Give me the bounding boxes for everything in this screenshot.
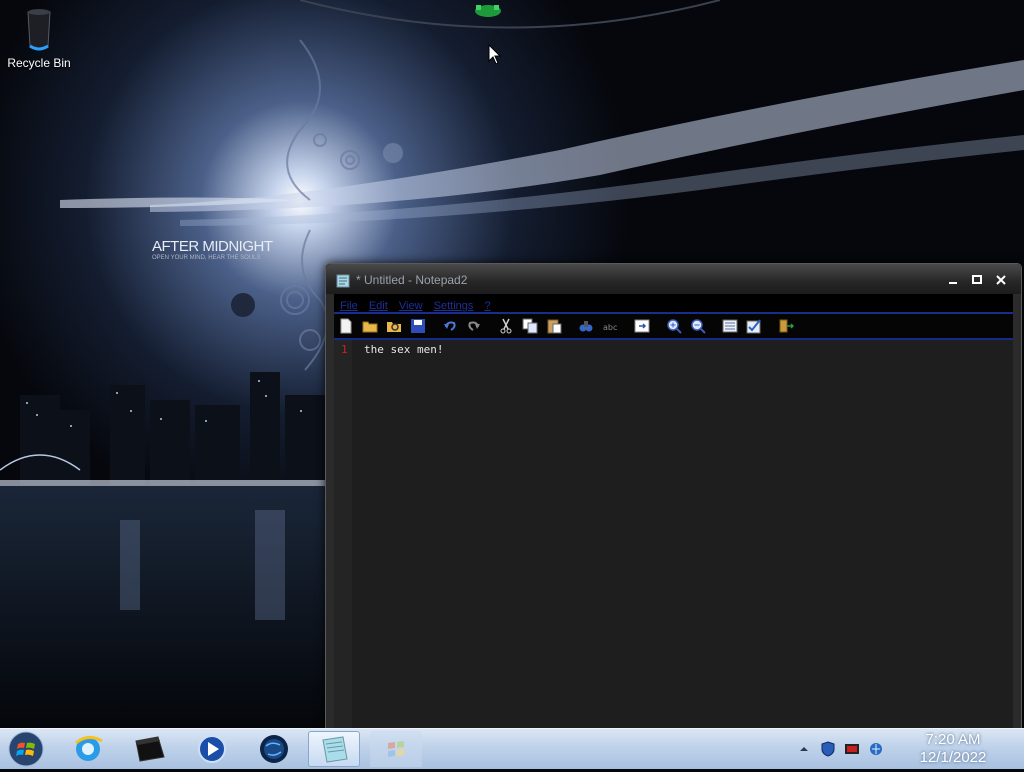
- menu-edit[interactable]: Edit: [369, 297, 388, 315]
- mouse-cursor-icon: [488, 43, 502, 66]
- taskbar-internet-explorer[interactable]: [62, 731, 114, 767]
- toolbar: abc: [334, 314, 1013, 340]
- scheme-icon[interactable]: [722, 318, 738, 334]
- taskbar-media-player[interactable]: [186, 731, 238, 767]
- exit-icon[interactable]: [778, 318, 795, 334]
- clock-date: 12/1/2022: [919, 749, 987, 766]
- menu-help[interactable]: ?: [484, 297, 490, 315]
- find-icon[interactable]: [578, 318, 594, 334]
- open-folder-icon[interactable]: [362, 318, 378, 334]
- svg-text:abc: abc: [603, 323, 617, 332]
- taskbar-notepad2[interactable]: [308, 731, 360, 767]
- zoom-in-icon[interactable]: [666, 318, 682, 334]
- browser-globe-icon: [260, 735, 288, 763]
- menu-view[interactable]: View: [399, 297, 423, 315]
- wallpaper-subtitle: OPEN YOUR MIND, HEAR THE SOULS: [152, 255, 261, 261]
- taskbar-browser[interactable]: [248, 731, 300, 767]
- taskbar-windows-flag[interactable]: [370, 731, 422, 767]
- recycle-bin-icon: [19, 6, 59, 54]
- browse-icon[interactable]: [386, 318, 402, 334]
- zoom-out-icon[interactable]: [690, 318, 706, 334]
- wallpaper-title: AFTER MIDNIGHT: [152, 238, 273, 255]
- menu-bar: File Edit View Settings ?: [334, 294, 1013, 314]
- new-file-icon[interactable]: [338, 318, 354, 334]
- menu-settings[interactable]: Settings: [434, 297, 474, 315]
- network-icon[interactable]: [868, 741, 884, 757]
- notepad-window[interactable]: * Untitled - Notepad2 File Edit View Set…: [325, 263, 1022, 729]
- menu-file[interactable]: File: [340, 297, 358, 315]
- folder-icon: [135, 736, 165, 762]
- notepad2-app-icon: [336, 273, 350, 288]
- redo-icon[interactable]: [466, 318, 482, 334]
- desktop-icon-label: Recycle Bin: [7, 56, 71, 70]
- line-number-gutter: [334, 340, 352, 729]
- windows-flag-icon: [370, 731, 422, 767]
- copy-icon[interactable]: [522, 318, 538, 334]
- clock-time: 7:20 AM: [925, 731, 981, 748]
- maximize-button[interactable]: [968, 272, 986, 288]
- start-button[interactable]: [6, 730, 46, 768]
- taskbar-file-explorer[interactable]: [124, 731, 176, 767]
- editor-line[interactable]: the sex men!: [364, 343, 443, 356]
- monitor-icon[interactable]: [844, 741, 860, 757]
- customize-icon[interactable]: [746, 318, 762, 334]
- undo-icon[interactable]: [442, 318, 458, 334]
- paste-icon[interactable]: [546, 318, 562, 334]
- goto-icon[interactable]: [634, 318, 650, 334]
- top-gadget: [299, 0, 721, 30]
- internet-explorer-icon: [75, 736, 103, 761]
- replace-icon[interactable]: abc: [602, 318, 618, 334]
- window-title: * Untitled - Notepad2: [356, 273, 468, 287]
- line-number: 1: [341, 343, 348, 356]
- editor-area[interactable]: 1 the sex men!: [334, 340, 1013, 729]
- minimize-button[interactable]: [944, 272, 962, 288]
- taskbar: 7:20 AM 12/1/2022: [0, 728, 1024, 769]
- cut-icon[interactable]: [498, 318, 514, 334]
- desktop-icon-recycle-bin[interactable]: Recycle Bin: [6, 6, 72, 70]
- save-icon[interactable]: [410, 318, 426, 334]
- show-hidden-icons[interactable]: [796, 741, 812, 757]
- shield-icon[interactable]: [820, 741, 836, 757]
- taskbar-clock[interactable]: 7:20 AM 12/1/2022: [898, 731, 1008, 767]
- notepad2-icon: [322, 736, 348, 763]
- media-player-icon: [198, 735, 226, 763]
- window-titlebar[interactable]: * Untitled - Notepad2: [326, 264, 1021, 294]
- close-button[interactable]: [992, 272, 1010, 288]
